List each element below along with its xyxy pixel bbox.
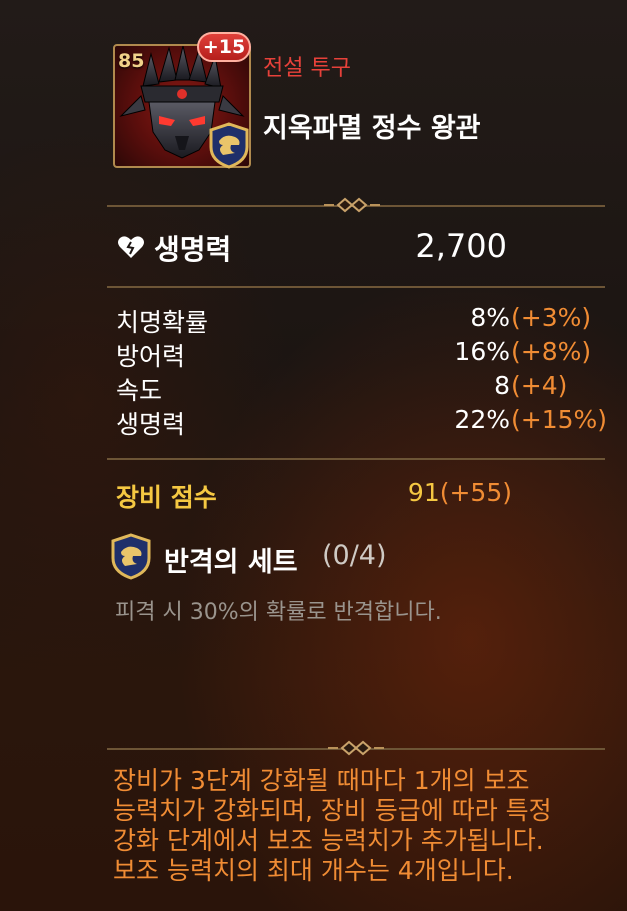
sub-stat-value: 8 [494, 371, 510, 400]
equipment-score-label: 장비 점수 [116, 483, 217, 512]
note-line: 능력치가 강화되며, 장비 등급에 따라 특정 [113, 796, 552, 825]
sub-stat-bonus: (+8%) [511, 337, 592, 366]
main-stat-value: 2,700 [415, 227, 507, 265]
divider-ornament-icon [324, 197, 380, 213]
sub-stat-bonus: (+3%) [511, 303, 592, 332]
enhancement-note: 장비가 3단계 강화될 때마다 1개의 보조 능력치가 강화되며, 장비 등급에… [113, 766, 613, 886]
set-description: 피격 시 30%의 확률로 반격합니다. [115, 600, 442, 625]
sub-stat-row: 치명확률 8% (+3%) [116, 303, 606, 337]
sub-stat-label: 치명확률 [116, 308, 209, 337]
item-name: 지옥파멸 정수 왕관 [263, 113, 481, 144]
equipment-score-value: 91(+55) [408, 478, 512, 507]
note-line: 장비가 3단계 강화될 때마다 1개의 보조 [113, 766, 530, 795]
item-grade: 전설 투구 [263, 56, 351, 81]
set-title: 반격의 세트 [164, 547, 298, 578]
heart-icon [118, 236, 144, 258]
item-tooltip-panel: 85 +15 전설 투구 지옥파멸 정수 왕관 생명력 2,700 치명확률 8… [0, 0, 627, 911]
sub-stat-row: 생명력 22% (+15%) [116, 405, 608, 439]
enhance-level-badge: +15 [197, 32, 251, 62]
score-bonus: (+55) [439, 478, 512, 507]
divider-ornament-icon [328, 740, 384, 756]
sub-stat-row: 방어력 16% (+8%) [116, 337, 606, 371]
sub-stat-bonus: (+4) [511, 371, 568, 400]
set-count: (0/4) [322, 540, 387, 571]
divider [107, 286, 605, 288]
note-line: 강화 단계에서 보조 능력치가 추가됩니다. [113, 826, 544, 855]
sub-stat-label: 속도 [116, 376, 163, 405]
sub-stat-value: 8% [470, 303, 510, 332]
sub-stat-label: 방어력 [116, 342, 186, 371]
divider [107, 458, 605, 460]
item-level: 85 [118, 50, 145, 72]
main-stat-label: 생명력 [154, 233, 232, 266]
sub-stat-bonus: (+15%) [511, 405, 608, 434]
sub-stat-value: 22% [454, 405, 510, 434]
score-number: 91 [407, 478, 440, 507]
sub-stat-label: 생명력 [116, 410, 186, 439]
sub-stat-row: 속도 8 (+4) [116, 371, 606, 405]
counterattack-set-icon [111, 533, 151, 580]
set-badge-icon [209, 122, 249, 169]
note-line: 보조 능력치의 최대 개수는 4개입니다. [113, 856, 514, 885]
sub-stat-value: 16% [454, 337, 510, 366]
